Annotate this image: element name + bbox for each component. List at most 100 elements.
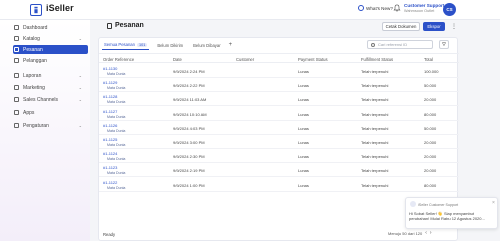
- order-total: 20.000: [424, 154, 437, 160]
- column-header[interactable]: Payment Status: [298, 57, 328, 62]
- column-header[interactable]: Fulfillment Status: [361, 57, 393, 62]
- sidebar-item-label: Dashboard: [23, 24, 48, 31]
- sidebar-item-dashboard[interactable]: Dashboard: [13, 23, 88, 32]
- order-source-label: Mata Dunia: [107, 157, 126, 162]
- more-options-icon[interactable]: ⋮: [451, 23, 457, 30]
- table-row[interactable]: #1-1130 Mata Dunia 9/9/2024 2:24 PM Lunas Te…: [99, 64, 459, 78]
- support-chat-popup[interactable]: iSeller Customer Support × Hi Sobat Sell…: [405, 197, 498, 229]
- order-date: 9/9/2024 11:03 AM: [173, 97, 207, 103]
- chevron-right-icon[interactable]: ›: [430, 230, 432, 236]
- column-header[interactable]: Order Reference: [103, 57, 134, 62]
- search-input[interactable]: Cari referensi ID: [367, 40, 433, 49]
- sidebar-item-pelanggan[interactable]: Pelanggan: [13, 56, 88, 65]
- sidebar-item-pesanan[interactable]: Pesanan: [13, 45, 88, 54]
- sidebar-item-sales-channels[interactable]: Sales Channels ⌄: [13, 95, 88, 104]
- order-reference-link[interactable]: #1-1130: [103, 66, 117, 71]
- column-header[interactable]: Date: [173, 57, 182, 62]
- order-reference-link[interactable]: #1-1127: [103, 109, 117, 114]
- fulfillment-status: Telah terpenuhi: [361, 154, 389, 160]
- sidebar-item-label: Pesanan: [23, 46, 43, 53]
- sidebar: Dashboard Katalog ⌄ Pesanan Pelanggan La…: [0, 20, 90, 241]
- order-total: 20.000: [424, 97, 437, 103]
- payment-status: Lunas: [298, 69, 309, 74]
- order-reference-link[interactable]: #1-1124: [103, 151, 117, 156]
- search-placeholder: Cari referensi ID: [378, 42, 408, 47]
- fulfillment-status: Telah terpenuhi: [361, 111, 389, 117]
- order-date: 9/9/2024 2:24 PM: [173, 69, 205, 74]
- avatar[interactable]: CS: [443, 3, 456, 16]
- whats-new-label: What's New?: [366, 5, 393, 11]
- user-name[interactable]: Customer Support: [404, 3, 444, 8]
- order-total: 50.000: [424, 125, 437, 131]
- apps-icon: [14, 110, 19, 115]
- payment-status: Lunas: [298, 140, 309, 145]
- close-icon[interactable]: ×: [492, 200, 495, 206]
- export-button[interactable]: Ekspor: [423, 22, 445, 31]
- table-row[interactable]: #1-1129 Mata Dunia 9/9/2024 2:22 PM Lunas Te…: [99, 78, 459, 93]
- bell-icon[interactable]: [393, 4, 401, 12]
- chevron-down-icon: ⌄: [78, 36, 82, 41]
- sidebar-item-label: Sales Channels: [23, 96, 59, 103]
- print-documents-button[interactable]: Cetak Dokumen: [382, 22, 420, 31]
- brand-name: iSeller: [46, 3, 74, 13]
- order-date: 9/9/2024 2:19 PM: [173, 168, 205, 174]
- fulfillment-status: Telah terpenuhi: [361, 97, 389, 103]
- filter-icon[interactable]: ⛛: [439, 40, 449, 49]
- payment-status: Lunas: [298, 154, 309, 160]
- order-source-label: Mata Dunia: [107, 143, 126, 147]
- column-header[interactable]: Total: [424, 57, 433, 62]
- order-reference-link[interactable]: #1-1125: [103, 137, 117, 142]
- fulfillment-status: Telah terpenuhi: [361, 83, 389, 89]
- tab-count-badge: 101: [136, 43, 148, 47]
- payment-status: Lunas: [298, 125, 309, 131]
- table-row[interactable]: #1-1128 Mata Dunia 9/9/2024 11:03 AM Lunas T…: [99, 92, 459, 107]
- sidebar-item-label: Pengaturan: [23, 122, 49, 129]
- sidebar-item-label: Laporan: [23, 72, 42, 79]
- tab-not-shipped[interactable]: Belum Dikirim: [155, 41, 185, 50]
- add-tab-icon[interactable]: +: [229, 42, 233, 48]
- order-date: 9/9/2024 4:03 PM: [173, 125, 205, 131]
- sidebar-item-katalog[interactable]: Katalog ⌄: [13, 34, 88, 43]
- chevron-down-icon: ⌄: [78, 85, 82, 90]
- iseller-logo-icon[interactable]: [30, 4, 42, 16]
- sales-channels-icon: [14, 97, 19, 102]
- order-date: 9/9/2024 3:00 PM: [173, 140, 205, 145]
- order-source-label: Mata Dunia: [107, 128, 126, 133]
- fulfillment-status: Telah terpenuhi: [361, 168, 389, 174]
- tab-label: Semua Pesanan: [104, 42, 135, 47]
- order-total: 100.000: [424, 69, 439, 74]
- catalog-icon: [14, 36, 19, 41]
- sidebar-item-label: Marketing: [23, 84, 45, 91]
- sidebar-item-pengaturan[interactable]: Pengaturan ⌄: [13, 121, 88, 130]
- sidebar-item-apps[interactable]: Apps: [13, 108, 88, 117]
- order-date: 9/9/2024 2:30 PM: [173, 154, 205, 160]
- table-row[interactable]: #1-1123 Mata Dunia 9/9/2024 2:19 PM Lunas Te…: [99, 163, 459, 178]
- sidebar-item-marketing[interactable]: Marketing ⌄: [13, 83, 88, 92]
- fulfillment-status: Telah terpenuhi: [361, 140, 389, 145]
- chevron-down-icon: ⌄: [78, 97, 82, 102]
- table-row[interactable]: #1-1124 Mata Dunia 9/9/2024 2:30 PM Lunas Te…: [99, 149, 459, 164]
- table-row[interactable]: #1-1127 Mata Dunia 9/9/2024 10:10 AM Lunas T…: [99, 107, 459, 121]
- table-row[interactable]: #1-1125 Mata Dunia 9/9/2024 3:00 PM Lunas Te…: [99, 135, 459, 149]
- pagination-label: Menuju 50 dari 120: [388, 230, 423, 236]
- chevron-left-icon[interactable]: ‹: [425, 230, 427, 236]
- tab-unpaid[interactable]: Belum Dibayar: [191, 41, 222, 50]
- order-reference-link[interactable]: #1-1126: [103, 123, 117, 128]
- table-row[interactable]: #1-1126 Mata Dunia 9/9/2024 4:03 PM Lunas Te…: [99, 121, 459, 135]
- sidebar-item-laporan[interactable]: Laporan ⌄: [13, 71, 88, 80]
- order-reference-link[interactable]: #1-1129: [103, 80, 117, 85]
- order-total: 80.000: [424, 111, 437, 117]
- column-header[interactable]: Customer: [236, 57, 254, 62]
- marketing-icon: [14, 85, 19, 90]
- orders-icon: [14, 47, 19, 52]
- tab-all-orders[interactable]: Semua Pesanan 101: [102, 40, 150, 50]
- order-date: 9/9/2024 10:10 AM: [173, 111, 207, 117]
- sidebar-item-label: Katalog: [23, 35, 40, 42]
- dashboard-icon: [14, 25, 19, 30]
- order-reference-link[interactable]: #1-1128: [103, 94, 117, 99]
- order-reference-link[interactable]: #1-1123: [103, 165, 117, 170]
- orders-icon: [107, 22, 112, 29]
- whats-new-link[interactable]: What's New?: [358, 5, 393, 11]
- table-row[interactable]: #1-1122 Mata Dunia 9/9/2024 1:00 PM Lunas Te…: [99, 178, 459, 192]
- order-reference-link[interactable]: #1-1122: [103, 180, 117, 185]
